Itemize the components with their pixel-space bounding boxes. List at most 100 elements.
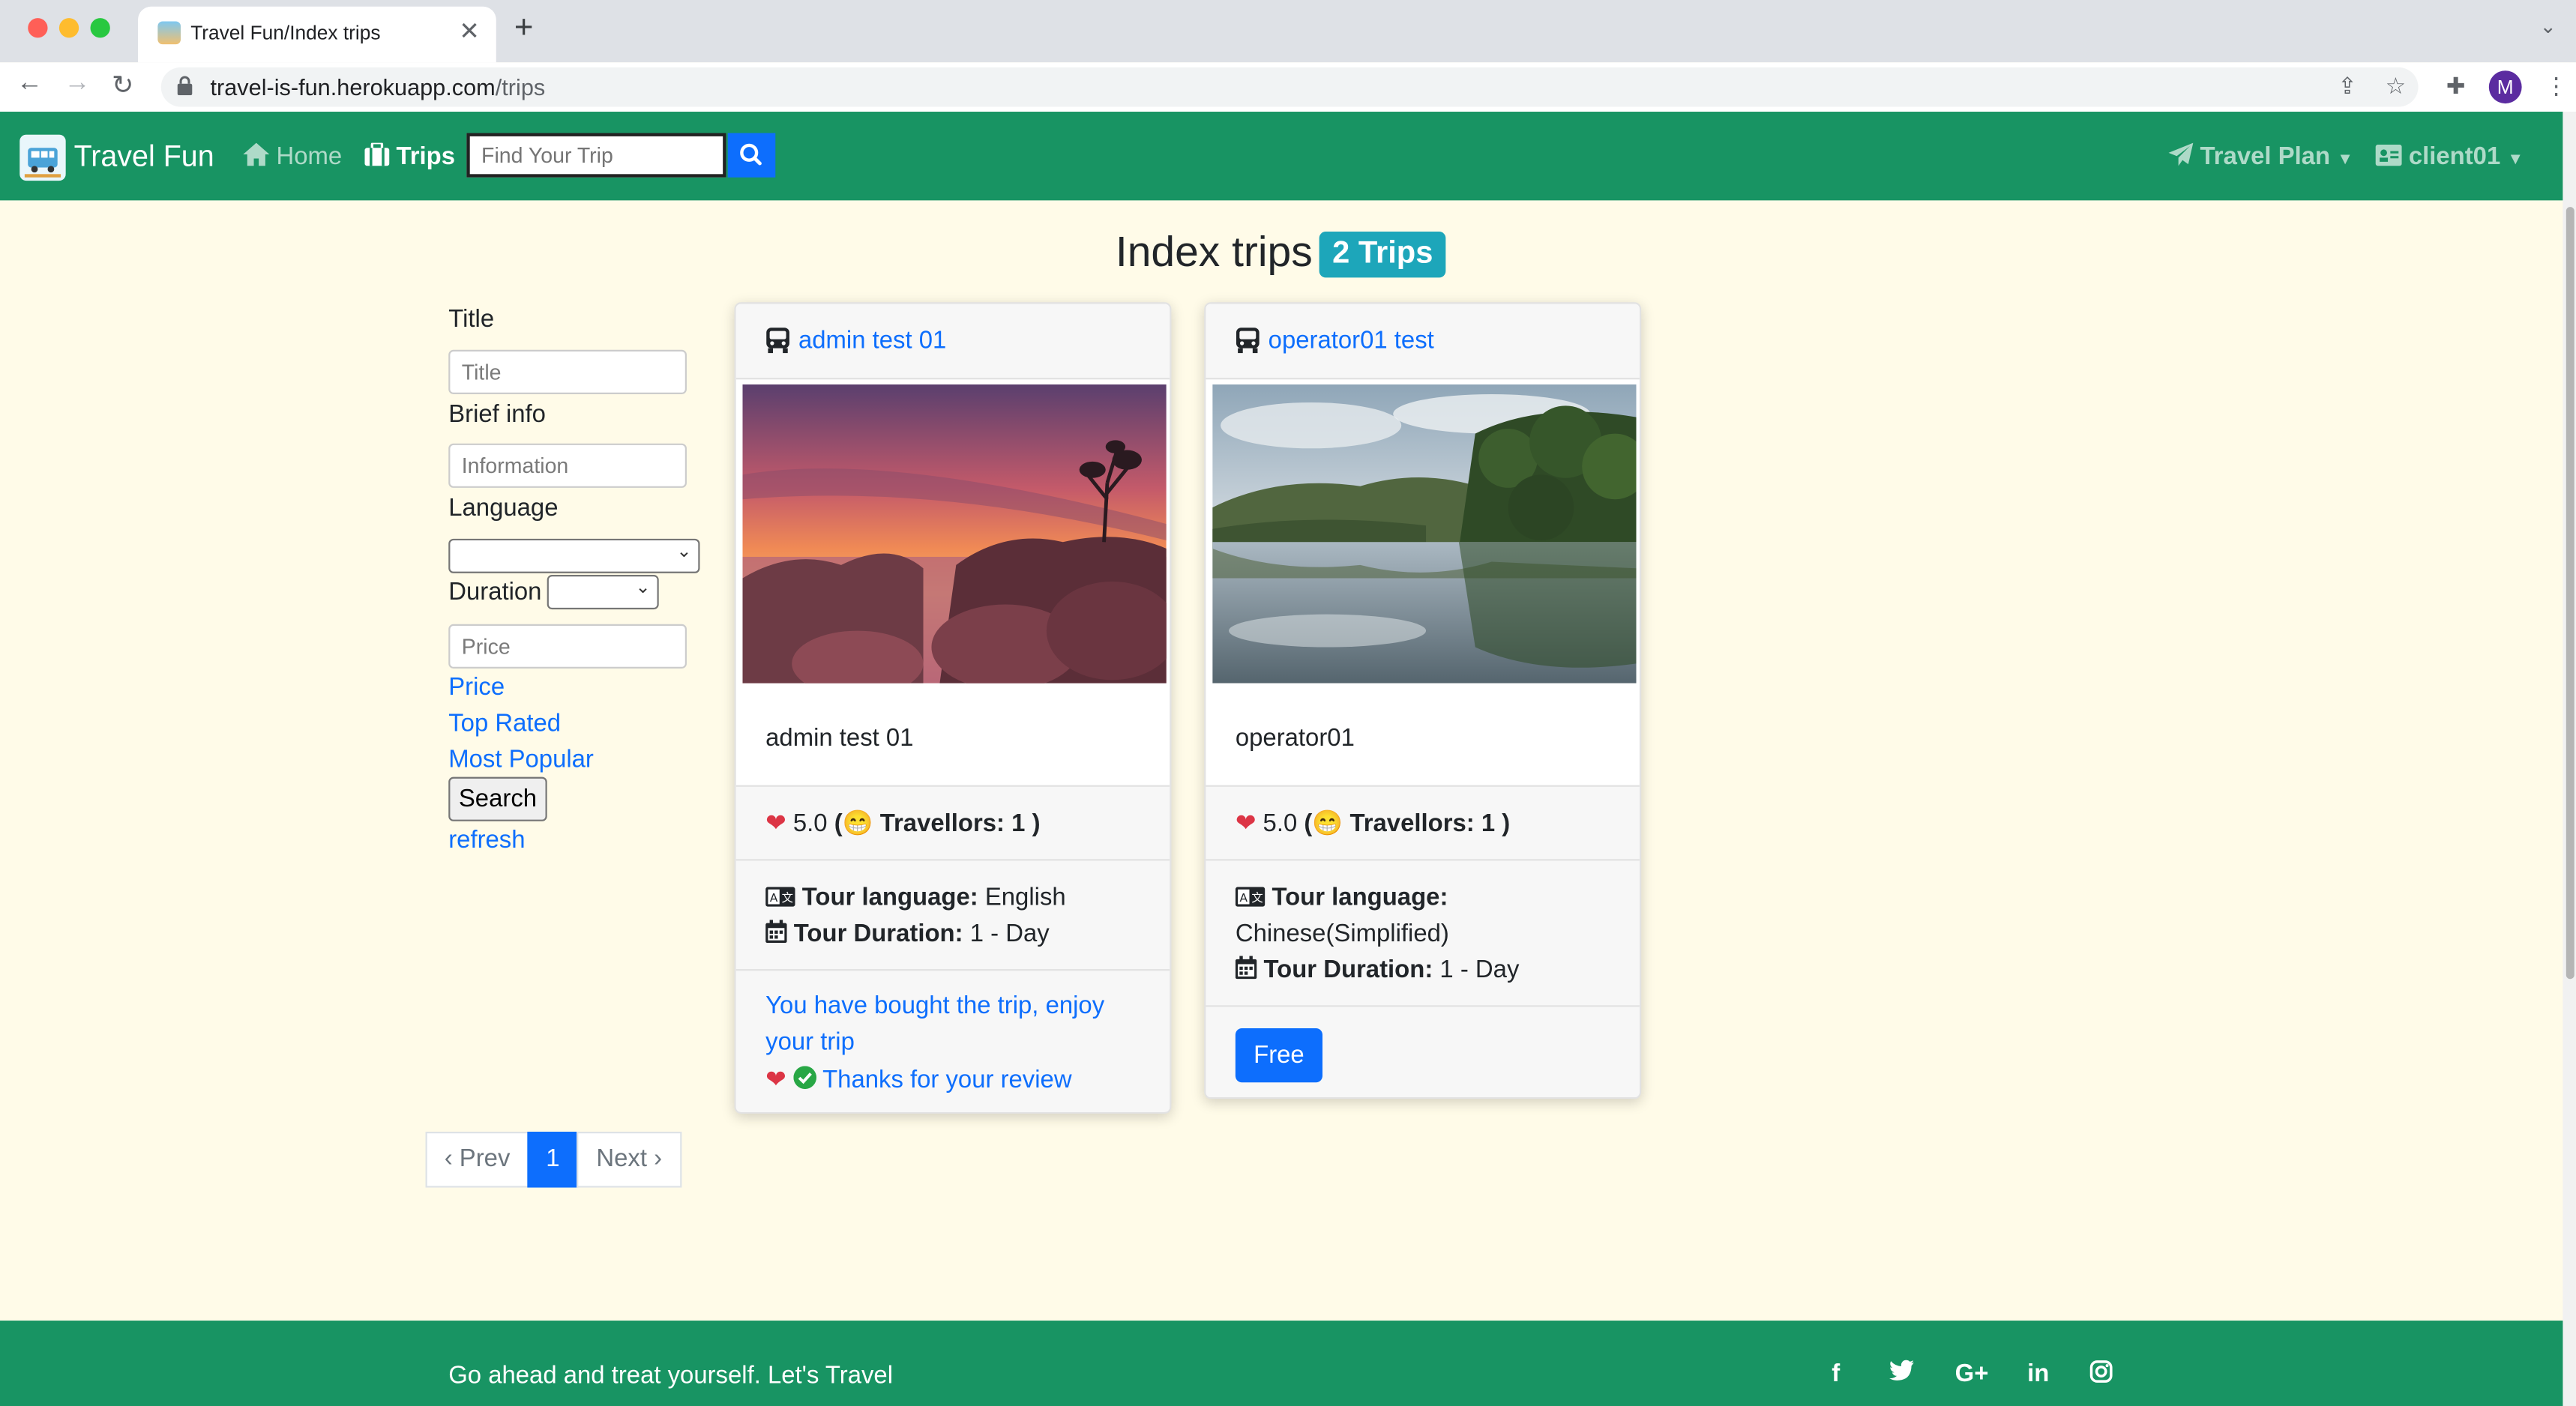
trip-photo-river-forest[interactable] xyxy=(1212,384,1637,684)
chevron-down-icon: ⌄ xyxy=(676,542,692,562)
language-icon: A文 xyxy=(1235,887,1266,907)
search-button[interactable]: Search xyxy=(448,776,547,821)
tour-duration-line: Tour Duration: 1 - Day xyxy=(1235,956,1520,984)
heart-icon: ❤ xyxy=(765,1066,786,1094)
trip-card-header: admin test 01 xyxy=(735,304,1170,380)
review-status[interactable]: ❤ Thanks for your review xyxy=(765,1064,1072,1094)
trip-details-section: A文 Tour language: Chinese(Simplified) To… xyxy=(1206,859,1640,1006)
bought-trip-message-line2[interactable]: your trip xyxy=(765,1028,855,1056)
pagination-page-current[interactable]: 1 xyxy=(527,1132,579,1188)
free-book-button[interactable]: Free xyxy=(1235,1028,1322,1083)
address-bar[interactable]: travel-is-fun.herokuapp.com/trips xyxy=(160,67,2419,107)
profile-avatar[interactable]: M xyxy=(2488,70,2522,104)
bookmark-star-icon[interactable]: ☆ xyxy=(2386,72,2407,100)
browser-menu-icon[interactable]: ⋮ xyxy=(2545,72,2568,100)
tour-language-label: Tour language: xyxy=(1272,884,1448,912)
trip-rating-section: ❤ 5.0 (😁 Travellors: 1 ) xyxy=(735,785,1170,860)
forward-arrow-icon[interactable]: → xyxy=(64,69,90,98)
google-plus-icon[interactable]: G+ xyxy=(1955,1360,1989,1388)
title-filter-input[interactable] xyxy=(448,349,687,394)
language-select[interactable]: ⌄ xyxy=(448,538,700,573)
browser-toolbar: ← → ↻ travel-is-fun.herokuapp.com/trips … xyxy=(0,62,2576,114)
travellers-count: 1 xyxy=(1481,809,1496,838)
bus-icon xyxy=(1236,328,1260,354)
reload-icon[interactable]: ↻ xyxy=(112,69,133,102)
trip-title-link[interactable]: admin test 01 xyxy=(798,327,946,354)
travellers-label: Travellors: xyxy=(1349,809,1475,838)
browser-tab-strip: Travel Fun/Index trips ✕ + ⌄ xyxy=(0,0,2576,63)
sort-top-rated-link[interactable]: Top Rated xyxy=(448,710,561,737)
heart-icon: ❤ xyxy=(1235,809,1257,838)
tab-title: Travel Fun/Index trips xyxy=(190,21,381,45)
brand-name[interactable]: Travel Fun xyxy=(74,139,214,174)
trip-card: admin test 01 admin test 01 ❤ 5.0 (😁 Tra… xyxy=(734,302,1172,1114)
suitcase-icon xyxy=(364,142,390,166)
refresh-link[interactable]: refresh xyxy=(448,826,525,854)
bought-trip-message-line1[interactable]: You have bought the trip, enjoy xyxy=(765,992,1104,1020)
tab-search-chevron-icon[interactable]: ⌄ xyxy=(2540,15,2557,38)
site-navbar: Travel Fun Home Trips Travel Plan ▼ clie… xyxy=(0,112,2563,201)
share-icon[interactable]: ⇪ xyxy=(2338,72,2357,100)
trip-rating: ❤ 5.0 (😁 Travellors: 1 ) xyxy=(765,809,1041,838)
info-filter-label: Brief info xyxy=(448,400,546,429)
price-filter-input[interactable] xyxy=(448,624,687,669)
facebook-icon[interactable]: f xyxy=(1832,1360,1840,1388)
tour-duration-value: 1 - Day xyxy=(1439,956,1520,984)
url-text: travel-is-fun.herokuapp.com/trips xyxy=(210,74,545,100)
close-tab-icon[interactable]: ✕ xyxy=(459,16,480,46)
duration-select[interactable]: ⌄ xyxy=(547,575,659,610)
rating-value: 5.0 xyxy=(792,809,828,838)
linkedin-icon[interactable]: in xyxy=(2027,1360,2049,1388)
minimize-window-button[interactable] xyxy=(58,18,79,38)
grin-face-icon: 😁 xyxy=(1312,809,1343,838)
duration-filter-label: Duration xyxy=(448,578,542,606)
sort-price-link[interactable]: Price xyxy=(448,674,505,702)
site-favicon-icon xyxy=(157,21,181,45)
chevron-down-icon: ⌄ xyxy=(635,578,651,598)
url-host: travel-is-fun.herokuapp.com xyxy=(210,73,496,100)
nav-user-dropdown[interactable]: client01 ▼ xyxy=(2375,143,2524,171)
extensions-puzzle-icon[interactable]: ✚ xyxy=(2446,72,2466,100)
nav-travel-plan-dropdown[interactable]: Travel Plan ▼ xyxy=(2168,142,2353,171)
trip-search-button[interactable] xyxy=(727,133,776,178)
nav-home-link[interactable]: Home xyxy=(243,142,342,171)
trip-purchase-section: You have bought the trip, enjoy your tri… xyxy=(735,969,1170,1112)
twitter-icon[interactable] xyxy=(1889,1360,1914,1388)
language-filter-label: Language xyxy=(448,494,559,522)
page-scrollbar-thumb[interactable] xyxy=(2566,207,2575,980)
trip-details-section: A文 Tour language: English Tour Duration:… xyxy=(735,859,1170,970)
check-circle-icon xyxy=(792,1066,816,1090)
svg-text:A: A xyxy=(770,891,778,905)
nav-trips-link[interactable]: Trips xyxy=(364,142,455,171)
tour-language-value: Chinese(Simplified) xyxy=(1235,920,1449,948)
title-filter-label: Title xyxy=(448,305,495,334)
sort-most-popular-link[interactable]: Most Popular xyxy=(448,746,594,773)
maximize-window-button[interactable] xyxy=(90,18,110,38)
trip-description: operator01 xyxy=(1235,724,1355,752)
page-root: Travel Fun/Index trips ✕ + ⌄ ← → ↻ trave… xyxy=(0,0,2576,1406)
trip-photo-sunset-coast[interactable] xyxy=(742,384,1167,684)
home-icon xyxy=(243,142,270,166)
trip-rating-section: ❤ 5.0 (😁 Travellors: 1 ) xyxy=(1206,785,1640,860)
svg-text:A: A xyxy=(1240,891,1248,905)
url-path: /trips xyxy=(495,73,546,100)
info-filter-input[interactable] xyxy=(448,443,687,488)
brand-logo-icon[interactable] xyxy=(19,134,66,181)
pagination-prev[interactable]: ‹ Prev xyxy=(425,1132,529,1188)
browser-tab-active[interactable]: Travel Fun/Index trips ✕ xyxy=(138,6,496,63)
chevron-down-icon: ▼ xyxy=(2507,151,2524,169)
pagination-next[interactable]: Next › xyxy=(577,1132,682,1188)
bus-icon xyxy=(766,328,789,354)
tour-duration-label: Tour Duration: xyxy=(793,920,963,948)
chevron-down-icon: ▼ xyxy=(2337,151,2353,169)
tour-language-value: English xyxy=(984,884,1066,912)
tour-duration-value: 1 - Day xyxy=(969,920,1050,948)
new-tab-icon[interactable]: + xyxy=(514,10,534,47)
back-arrow-icon[interactable]: ← xyxy=(16,69,43,98)
trip-title-link[interactable]: operator01 test xyxy=(1269,327,1434,354)
trip-search-input[interactable] xyxy=(466,133,726,178)
trip-card-header: operator01 test xyxy=(1206,304,1640,380)
close-window-button[interactable] xyxy=(28,18,48,38)
calendar-icon xyxy=(765,920,787,943)
instagram-icon[interactable] xyxy=(2089,1360,2113,1390)
